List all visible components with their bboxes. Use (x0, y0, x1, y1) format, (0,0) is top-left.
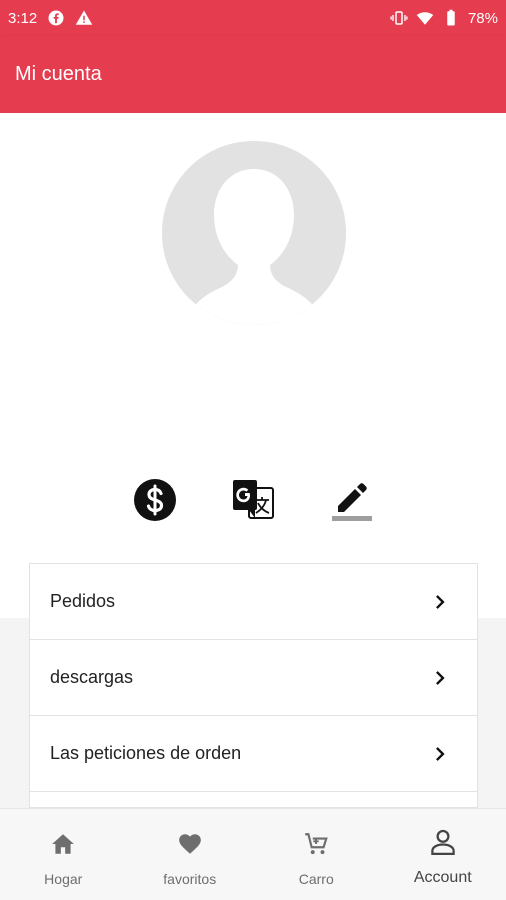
dollar-icon[interactable] (131, 476, 179, 524)
battery-icon (442, 9, 460, 27)
nav-item-label: Account (413, 869, 472, 886)
vibrate-icon (390, 9, 408, 27)
pencil-icon[interactable] (328, 476, 376, 524)
menu-item-label: Las peticiones de orden (50, 743, 242, 763)
wifi-icon (416, 9, 434, 27)
chevron-right-icon (429, 591, 451, 613)
bottom-nav: Hogar favoritos Carro Account (0, 808, 506, 900)
battery-level: 78% (467, 9, 498, 27)
person-icon (428, 827, 458, 857)
nav-item-account[interactable]: Account (380, 809, 506, 900)
default-avatar-icon[interactable] (162, 141, 346, 325)
translate-icon[interactable] (229, 476, 277, 524)
menu-item-descargas[interactable]: descargas (30, 640, 477, 716)
nav-item-label: favoritos (163, 871, 217, 887)
nav-item-favorites[interactable]: favoritos (127, 809, 254, 900)
chevron-right-icon (429, 667, 451, 689)
menu-item-pedidos[interactable]: Pedidos (30, 564, 477, 640)
cart-icon (303, 831, 329, 857)
status-bar: 3:12 78% (0, 0, 506, 36)
nav-item-cart[interactable]: Carro (253, 809, 380, 900)
heart-icon (177, 831, 203, 857)
menu-item-peticiones[interactable]: Las peticiones de orden (30, 716, 477, 792)
menu-item-label: descargas (50, 667, 134, 687)
nav-item-home[interactable]: Hogar (0, 809, 127, 900)
page-title: Mi cuenta (15, 63, 102, 85)
chevron-right-icon (429, 743, 451, 765)
status-time: 3:12 (8, 9, 38, 27)
action-row (0, 473, 506, 533)
home-icon (50, 831, 76, 857)
menu-item-label: Pedidos (50, 591, 116, 611)
menu-item-partial[interactable] (30, 792, 477, 807)
warning-icon (75, 9, 93, 27)
nav-item-label: Hogar (44, 871, 83, 887)
facebook-icon (47, 9, 65, 27)
app-bar: Mi cuenta (0, 36, 506, 113)
profile-area (0, 113, 506, 618)
account-menu: Pedidos descargas Las peticiones de orde… (29, 563, 478, 808)
nav-item-label: Carro (298, 871, 334, 887)
